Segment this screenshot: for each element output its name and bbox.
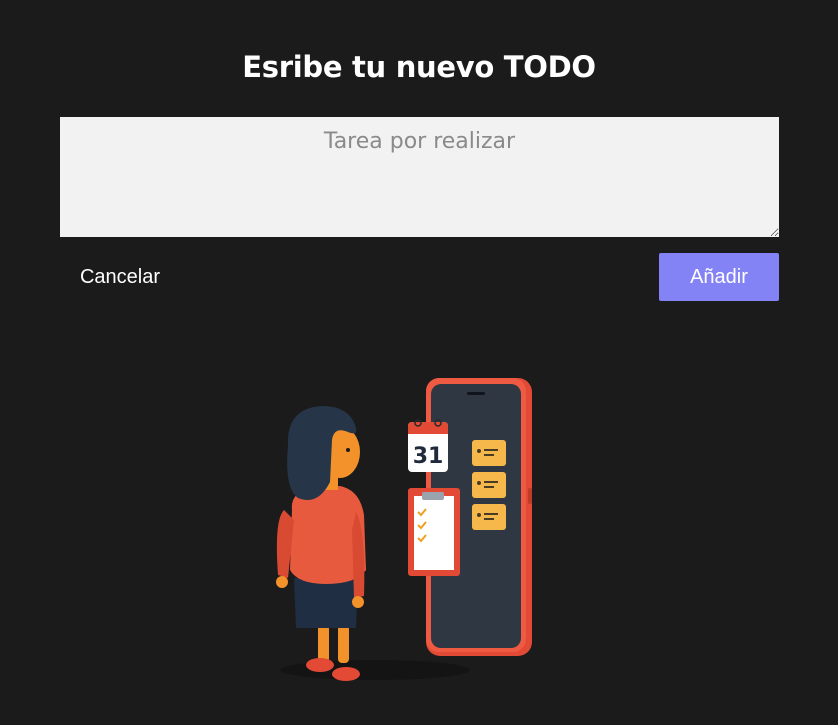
add-button[interactable]: Añadir: [659, 253, 779, 301]
clipboard-icon: [408, 488, 460, 576]
woman-figure-image: [276, 406, 366, 681]
todo-illustration: 31: [276, 378, 532, 681]
calendar-icon: 31: [408, 419, 448, 472]
cancel-button[interactable]: Cancelar: [60, 253, 180, 301]
task-cards-image: [472, 440, 506, 530]
page-title: Esribe tu nuevo TODO: [242, 50, 596, 84]
task-input[interactable]: [60, 117, 779, 237]
calendar-day: 31: [413, 444, 444, 469]
todo-form-page: Esribe tu nuevo TODO Cancelar Añadir: [0, 0, 838, 725]
